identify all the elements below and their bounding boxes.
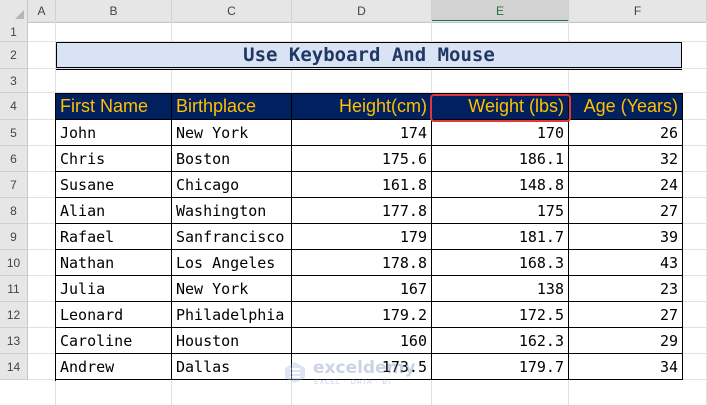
exceldemy-logo-icon (285, 362, 305, 383)
row-header-11[interactable]: 11 (0, 276, 28, 302)
cell-age[interactable]: 23 (569, 276, 683, 302)
cell-weight[interactable]: 179.7 (432, 354, 569, 380)
column-header-e[interactable]: E (432, 0, 569, 22)
cell-birthplace[interactable]: New York (172, 120, 292, 146)
cell-birthplace[interactable]: Dallas (172, 354, 292, 380)
column-header-a[interactable]: A (28, 0, 56, 22)
cell-birthplace[interactable]: Houston (172, 328, 292, 354)
cell-first-name[interactable]: Nathan (56, 250, 172, 276)
header-cell-age[interactable]: Age (Years) (569, 93, 683, 120)
gridline-horizontal (28, 21, 707, 22)
cell-birthplace[interactable]: New York (172, 276, 292, 302)
cell-first-name[interactable]: Chris (56, 146, 172, 172)
cell-age[interactable]: 26 (569, 120, 683, 146)
cell-weight[interactable]: 175 (432, 198, 569, 224)
cell-height[interactable]: 175.6 (292, 146, 432, 172)
cell-first-name[interactable]: Andrew (56, 354, 172, 380)
cell-first-name[interactable]: Susane (56, 172, 172, 198)
cell-height[interactable]: 174 (292, 120, 432, 146)
cell-first-name[interactable]: Julia (56, 276, 172, 302)
watermark-logo: exceldemy EXCEL · DATA · BI (283, 356, 443, 390)
cell-height[interactable]: 179.2 (292, 302, 432, 328)
cell-weight[interactable]: 138 (432, 276, 569, 302)
cell-birthplace[interactable]: Sanfrancisco (172, 224, 292, 250)
row-header-10[interactable]: 10 (0, 250, 28, 276)
cell-height[interactable]: 167 (292, 276, 432, 302)
cell-age[interactable]: 43 (569, 250, 683, 276)
header-cell-birthplace[interactable]: Birthplace (172, 93, 292, 120)
column-header-c[interactable]: C (172, 0, 292, 22)
row-header-14[interactable]: 14 (0, 354, 28, 380)
cell-birthplace[interactable]: Philadelphia (172, 302, 292, 328)
row-header-7[interactable]: 7 (0, 172, 28, 198)
cell-first-name[interactable]: John (56, 120, 172, 146)
cell-first-name[interactable]: Leonard (56, 302, 172, 328)
cell-first-name[interactable]: Rafael (56, 224, 172, 250)
cell-weight[interactable]: 170 (432, 120, 569, 146)
cell-height[interactable]: 161.8 (292, 172, 432, 198)
cell-birthplace[interactable]: Los Angeles (172, 250, 292, 276)
row-header-6[interactable]: 6 (0, 146, 28, 172)
row-header-13[interactable]: 13 (0, 328, 28, 354)
cell-first-name[interactable]: Caroline (56, 328, 172, 354)
cell-weight[interactable]: 168.3 (432, 250, 569, 276)
cell-age[interactable]: 24 (569, 172, 683, 198)
cell-birthplace[interactable]: Chicago (172, 172, 292, 198)
cell-age[interactable]: 29 (569, 328, 683, 354)
row-header-8[interactable]: 8 (0, 198, 28, 224)
column-header-b[interactable]: B (56, 0, 172, 22)
watermark-tagline: EXCEL · DATA · BI (314, 378, 392, 386)
cell-weight[interactable]: 172.5 (432, 302, 569, 328)
cell-weight[interactable]: 181.7 (432, 224, 569, 250)
cell-height[interactable]: 160 (292, 328, 432, 354)
cell-age[interactable]: 27 (569, 198, 683, 224)
cell-height[interactable]: 178.8 (292, 250, 432, 276)
watermark-name: exceldemy (313, 358, 416, 378)
cell-weight[interactable]: 186.1 (432, 146, 569, 172)
cell-weight[interactable]: 148.8 (432, 172, 569, 198)
row-header-5[interactable]: 5 (0, 120, 28, 146)
cell-height[interactable]: 177.8 (292, 198, 432, 224)
row-header-9[interactable]: 9 (0, 224, 28, 250)
select-all-button[interactable] (0, 0, 28, 22)
row-header-1[interactable]: 1 (0, 22, 28, 42)
row-header-4[interactable]: 4 (0, 93, 28, 120)
cell-age[interactable]: 34 (569, 354, 683, 380)
row-header-12[interactable]: 12 (0, 302, 28, 328)
cell-weight[interactable]: 162.3 (432, 328, 569, 354)
cell-birthplace[interactable]: Boston (172, 146, 292, 172)
cell-first-name[interactable]: Alian (56, 198, 172, 224)
header-cell-height[interactable]: Height(cm) (292, 93, 432, 120)
cell-age[interactable]: 32 (569, 146, 683, 172)
row-header-3[interactable]: 3 (0, 69, 28, 93)
column-header-f[interactable]: F (569, 0, 707, 22)
row-header-2[interactable]: 2 (0, 42, 28, 69)
header-cell-first-name[interactable]: First Name (56, 93, 172, 120)
title-underline (56, 69, 682, 70)
weight-header-highlight (430, 94, 571, 122)
cell-birthplace[interactable]: Washington (172, 198, 292, 224)
spreadsheet: ABCDEF 1 2 3 4 5 6 7 8 9 10 11 12 13 14 Use Keyboard … (0, 0, 707, 405)
cell-age[interactable]: 39 (569, 224, 683, 250)
cell-age[interactable]: 27 (569, 302, 683, 328)
cell-height[interactable]: 179 (292, 224, 432, 250)
sheet-title[interactable]: Use Keyboard And Mouse (56, 42, 682, 68)
column-header-d[interactable]: D (292, 0, 432, 22)
